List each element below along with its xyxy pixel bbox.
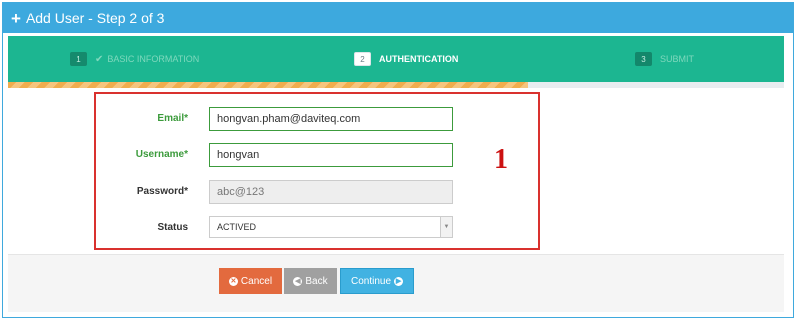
email-label: Email* [157,113,188,124]
panel-title: Add User - Step 2 of 3 [25,10,165,26]
step-basic-information[interactable]: 1 ✔ BASIC INFORMATION [70,50,199,68]
continue-label: Continue [350,275,392,287]
back-label: Back [305,275,328,287]
password-field [209,180,453,204]
wizard-steps: 1 ✔ BASIC INFORMATION 2 AUTHENTICATION 3… [8,36,784,82]
authentication-form: Email* Username* Password* Status ACTIVE… [94,92,540,250]
arrow-left-circle-icon: ◀ [293,276,303,286]
arrow-right-circle-icon: ▶ [394,276,404,286]
status-label: Status [157,222,188,233]
step-label: AUTHENTICATION [379,54,459,64]
plus-icon: + [11,8,21,28]
username-field[interactable] [209,143,453,167]
progress-fill [8,82,528,88]
status-selected-value: ACTIVED [217,222,257,232]
cancel-label: Cancel [240,275,273,287]
username-row: Username* [96,143,538,167]
step-submit[interactable]: 3 SUBMIT [635,50,694,68]
step-label: SUBMIT [660,54,695,64]
step-number: 3 [635,52,652,66]
wizard-progress-bar [8,82,784,88]
panel-header: + Add User - Step 2 of 3 [3,3,793,33]
step-number: 1 [70,52,87,66]
cancel-circle-icon: ✕ [228,276,238,286]
back-button[interactable]: ◀ Back [284,268,337,294]
step-number: 2 [354,52,371,66]
email-field[interactable] [209,107,453,131]
check-icon: ✔ [95,53,104,65]
chevron-down-icon[interactable]: ▼ [440,217,452,237]
cancel-button[interactable]: ✕ Cancel [219,268,282,294]
password-row: Password* [96,180,538,204]
username-label: Username* [135,149,188,160]
status-row: Status ACTIVED ▼ [96,216,538,240]
password-label: Password* [136,186,188,197]
step-authentication[interactable]: 2 AUTHENTICATION [354,50,458,68]
annotation-number: 1 [494,144,508,175]
email-row: Email* [96,107,538,131]
continue-button[interactable]: Continue ▶ [340,268,414,294]
step-label: BASIC INFORMATION [107,54,200,64]
status-select[interactable]: ACTIVED ▼ [209,216,453,238]
